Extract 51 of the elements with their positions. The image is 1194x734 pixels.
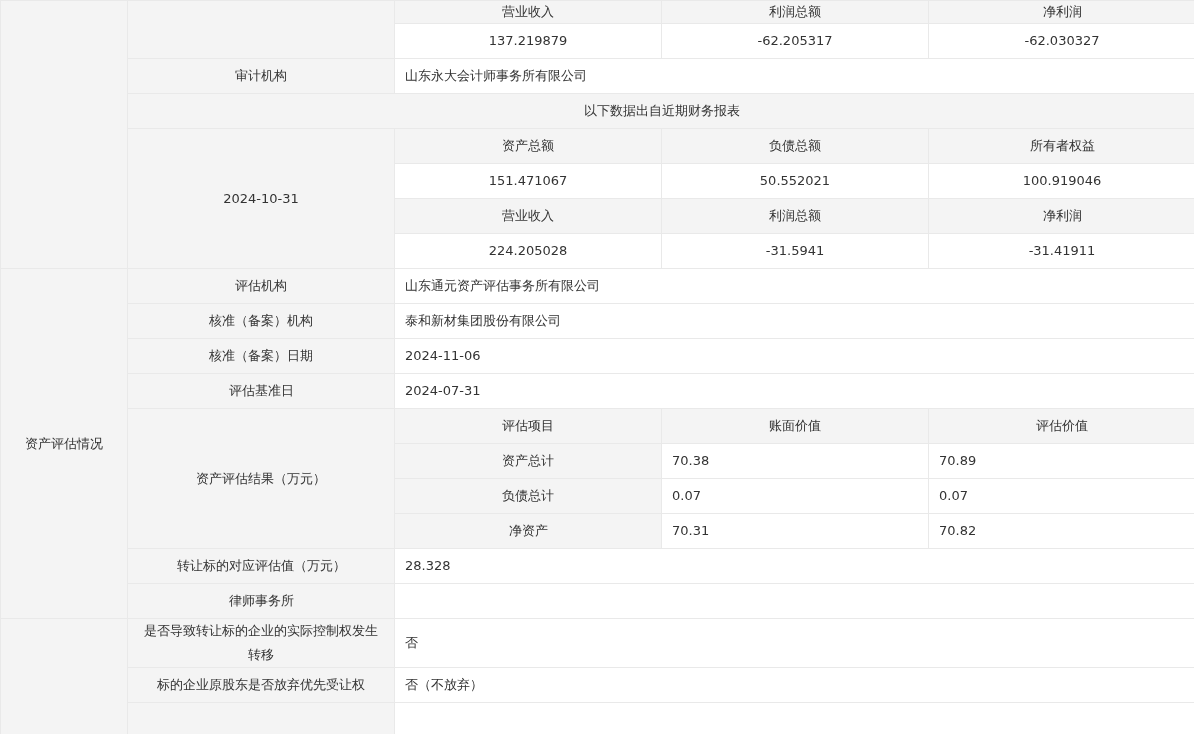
column-header: 净资产	[394, 513, 662, 549]
table-cell: 2024-07-31	[394, 373, 1194, 409]
table-cell: 否（不放弃）	[394, 667, 1194, 703]
column-header: 利润总额	[661, 198, 929, 234]
column-header: 营业收入	[394, 198, 662, 234]
row-label: 资产评估结果（万元）	[127, 408, 395, 549]
row-label: 律师事务所	[127, 583, 395, 619]
table-cell: 山东永大会计师事务所有限公司	[394, 58, 1194, 94]
table-cell: 70.38	[661, 443, 929, 479]
table-cell: 100.919046	[928, 163, 1194, 199]
row-label: 审计机构	[127, 58, 395, 94]
table-cell: 0.07	[928, 478, 1194, 514]
row-label: 核准（备案）机构	[127, 303, 395, 339]
table-cell: 50.552021	[661, 163, 929, 199]
table-cell: 70.82	[928, 513, 1194, 549]
column-header: 利润总额	[661, 0, 929, 24]
column-header: 负债总额	[661, 128, 929, 164]
row-label: 是否导致转让标的企业的实际控制权发生转移	[127, 618, 395, 668]
column-header: 资产总计	[394, 443, 662, 479]
table-cell: 否	[394, 618, 1194, 668]
row-label: 标的企业原股东是否放弃优先受让权	[127, 667, 395, 703]
row-label: 评估机构	[127, 268, 395, 304]
table-cell: 70.31	[661, 513, 929, 549]
table-cell: 137.219879	[394, 23, 662, 59]
row-label: 2024-10-31	[127, 128, 395, 269]
column-header: 资产总额	[394, 128, 662, 164]
column-header: 评估项目	[394, 408, 662, 444]
column-header: 评估价值	[928, 408, 1194, 444]
table-cell: -62.205317	[661, 23, 929, 59]
column-header: 所有者权益	[928, 128, 1194, 164]
column-header: 净利润	[928, 0, 1194, 24]
column-header: 负债总计	[394, 478, 662, 514]
row-label: 资产评估情况	[0, 268, 128, 619]
table-cell: 泰和新材集团股份有限公司	[394, 303, 1194, 339]
table-cell: 28.328	[394, 548, 1194, 584]
table-cell: -31.5941	[661, 233, 929, 269]
column-header: 营业收入	[394, 0, 662, 24]
table-cell: 224.205028	[394, 233, 662, 269]
table-cell: -31.41911	[928, 233, 1194, 269]
row-label: 转让标的对应评估值（万元）	[127, 548, 395, 584]
table-cell: 山东通元资产评估事务所有限公司	[394, 268, 1194, 304]
table-cell: 151.471067	[394, 163, 662, 199]
table-cell: 2024-11-06	[394, 338, 1194, 374]
row-label: 评估基准日	[127, 373, 395, 409]
table-cell: 70.89	[928, 443, 1194, 479]
column-header: 净利润	[928, 198, 1194, 234]
row-label: 核准（备案）日期	[127, 338, 395, 374]
column-header: 账面价值	[661, 408, 929, 444]
table-cell: -62.030327	[928, 23, 1194, 59]
table-cell: 0.07	[661, 478, 929, 514]
row-label: 以下数据出自近期财务报表	[127, 93, 1194, 129]
